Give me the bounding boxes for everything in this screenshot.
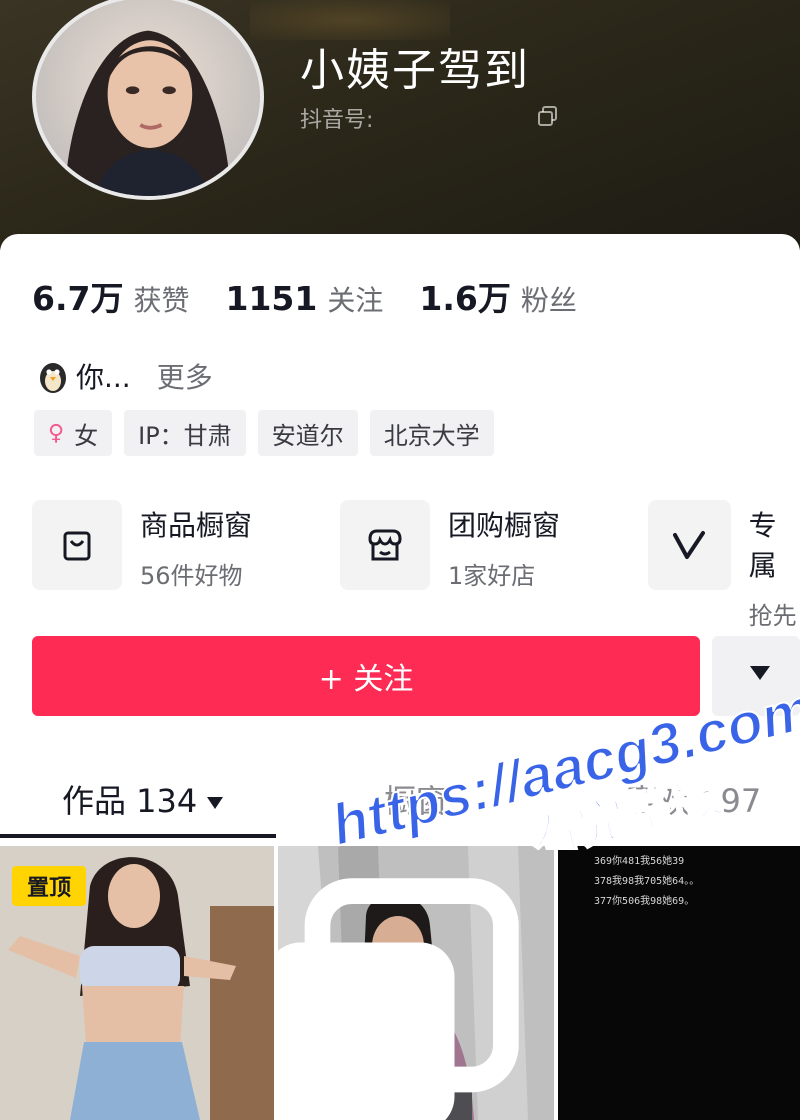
chat-line: 378我98我705她64。。 [594, 876, 700, 887]
followers-count[interactable]: 1.6万 [419, 272, 510, 320]
gender-label: 女 [74, 421, 99, 450]
shopping-bag-icon [32, 500, 122, 590]
tab-showcase[interactable]: 橱窗 [384, 776, 448, 822]
exclusive-title: 专属 [748, 509, 777, 582]
stats-row: 6.7万 获赞 1151 关注 1.6万 粉丝 [32, 272, 613, 319]
product-showcase-title: 商品橱窗 [140, 509, 253, 542]
school-tag[interactable]: 北京大学 [369, 410, 494, 456]
following-label[interactable]: 关注 [327, 279, 383, 319]
exclusive-showcase[interactable]: 专属 抢先 [648, 500, 800, 630]
content-tabs: 作品 134 橱窗 喜欢 197 [0, 770, 800, 840]
group-buy-sub: 1家好店 [448, 562, 536, 590]
exclusive-sub: 抢先 [748, 602, 797, 630]
followers-label[interactable]: 粉丝 [521, 279, 577, 319]
tab-likes[interactable]: 喜欢 197 [626, 776, 761, 822]
multi-photo-icon [278, 878, 519, 1120]
pinned-badge: 置顶 [12, 866, 86, 906]
follow-button[interactable]: + 关注 [32, 636, 700, 716]
v-badge-icon [648, 500, 731, 590]
tab-works-label: 作品 134 [62, 782, 198, 820]
bio-more-link[interactable]: 更多 [157, 356, 213, 396]
penguin-icon [40, 363, 66, 393]
tab-works[interactable]: 作品 134 [62, 776, 224, 822]
likes-label: 获赞 [133, 284, 190, 317]
video-thumbnail-3[interactable]: 369你481我56她39 378我98我705她64。。 377你506我98… [558, 846, 800, 1120]
chat-line: 369你481我56她39 [594, 856, 685, 867]
copy-icon[interactable] [536, 104, 560, 128]
gender-tag: ♀ 女 [34, 410, 113, 456]
bio: 你... 更多 [34, 356, 213, 396]
caret-down-icon [207, 797, 224, 809]
douyin-id-label: 抖音号: [300, 108, 374, 133]
avatar-portrait [65, 30, 231, 196]
dropdown-icon [750, 666, 770, 680]
shop-row: 商品橱窗 56件好物 团购橱窗 1家好店 专属 抢先 [32, 500, 800, 630]
product-showcase[interactable]: 商品橱窗 56件好物 [32, 500, 252, 592]
avatar[interactable] [32, 0, 264, 200]
ip-location-tag: IP：甘肃 [124, 410, 246, 456]
profile-name: 小姨子驾到 [300, 45, 530, 96]
likes-count: 6.7万 [32, 279, 124, 318]
following-count[interactable]: 1151 [225, 279, 317, 318]
city-tag: 安道尔 [257, 410, 358, 456]
group-buy-showcase[interactable]: 团购橱窗 1家好店 [340, 500, 560, 592]
bio-text: 你... [76, 361, 131, 394]
store-icon [340, 500, 430, 590]
more-options-button[interactable] [712, 636, 800, 716]
active-tab-indicator [0, 834, 276, 838]
video-grid: 置顶 369你481我56她39 378我98我705她64。。 377你506… [0, 846, 800, 1120]
chat-line: 377你506我98她69。 [594, 896, 695, 907]
female-icon: ♀ [48, 420, 65, 446]
product-showcase-sub: 56件好物 [140, 562, 243, 590]
video-thumbnail-2[interactable] [278, 846, 554, 1120]
profile-tags: ♀ 女 IP：甘肃 安道尔 北京大学 [34, 410, 494, 456]
group-buy-title: 团购橱窗 [448, 509, 561, 542]
video-thumbnail-1[interactable]: 置顶 [0, 846, 274, 1120]
